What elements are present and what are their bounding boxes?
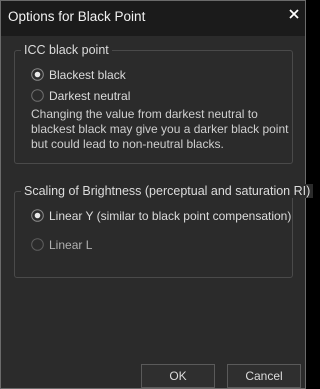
icc-black-point-group: ICC black point Blackest black Darkest n… [14,43,293,164]
radio-linear-l-label: Linear L [49,238,93,252]
scaling-brightness-group: Scaling of Brightness (perceptual and sa… [14,184,314,278]
scaling-brightness-legend: Scaling of Brightness (perceptual and sa… [21,184,314,198]
cancel-button[interactable]: Cancel [227,364,301,388]
ok-button[interactable]: OK [141,364,215,388]
radio-unselected-icon[interactable] [31,89,44,102]
radio-linear-y-label: Linear Y (similar to black point compens… [49,209,292,223]
radio-selected-icon[interactable] [31,68,44,81]
close-button[interactable] [285,5,303,23]
dialog-title: Options for Black Point [8,9,146,24]
radio-darkest-neutral-label: Darkest neutral [49,89,131,103]
radio-selected-icon[interactable] [31,209,44,222]
radio-blackest-black-label: Blackest black [49,68,126,82]
icc-description: Changing the value from darkest neutral … [31,107,289,151]
icc-black-point-legend: ICC black point [21,43,112,57]
title-bar[interactable]: Options for Black Point [1,1,305,36]
radio-unselected-icon[interactable] [31,238,44,251]
options-dialog: Options for Black Point ICC black point … [0,0,314,389]
close-icon [285,5,303,23]
